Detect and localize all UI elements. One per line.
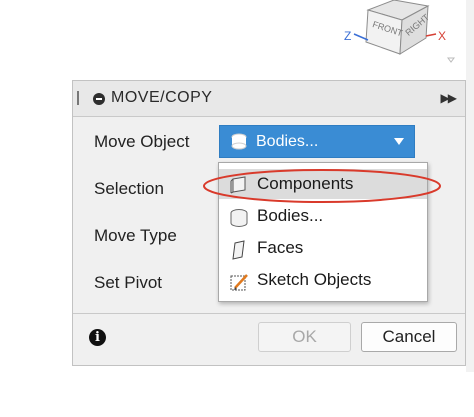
view-cube[interactable]: FRONT RIGHT Z X (336, 0, 474, 72)
face-icon (232, 240, 245, 260)
divider (73, 313, 465, 314)
cube-menu-chevron-icon (447, 57, 455, 63)
dialog-title: MOVE/COPY (111, 89, 213, 106)
option-label: Bodies... (257, 206, 324, 225)
move-object-value: Bodies... (256, 133, 319, 150)
chevron-down-icon (394, 138, 404, 145)
selection-label: Selection (94, 179, 164, 198)
sketch-icon (230, 274, 248, 291)
expand-dialog-icon[interactable]: ▶▶ (441, 91, 458, 105)
axis-z-label: Z (344, 29, 351, 43)
set-pivot-label: Set Pivot (94, 273, 163, 292)
annotation-ellipse (203, 169, 441, 203)
view-cube-icon[interactable]: FRONT RIGHT (365, 0, 432, 55)
canvas-edge (466, 0, 474, 372)
option-faces[interactable]: Faces (219, 233, 427, 263)
cancel-button[interactable]: Cancel (361, 322, 457, 352)
option-label: Sketch Objects (257, 270, 372, 289)
move-type-label: Move Type (94, 226, 177, 245)
move-object-dropdown[interactable]: Bodies... (219, 125, 415, 158)
drag-grip-icon[interactable] (77, 91, 79, 105)
collapse-icon[interactable] (93, 93, 105, 105)
dialog-header[interactable]: MOVE/COPY ▶▶ (73, 81, 465, 117)
info-icon[interactable]: i (89, 329, 106, 346)
option-label: Faces (257, 238, 304, 257)
option-sketch-objects[interactable]: Sketch Objects (219, 265, 427, 295)
ok-button[interactable]: OK (258, 322, 351, 352)
axis-x-label: X (438, 29, 446, 43)
canvas-bottom (0, 380, 474, 417)
move-object-label: Move Object (94, 132, 190, 151)
body-icon (231, 133, 247, 150)
body-icon (230, 209, 248, 227)
